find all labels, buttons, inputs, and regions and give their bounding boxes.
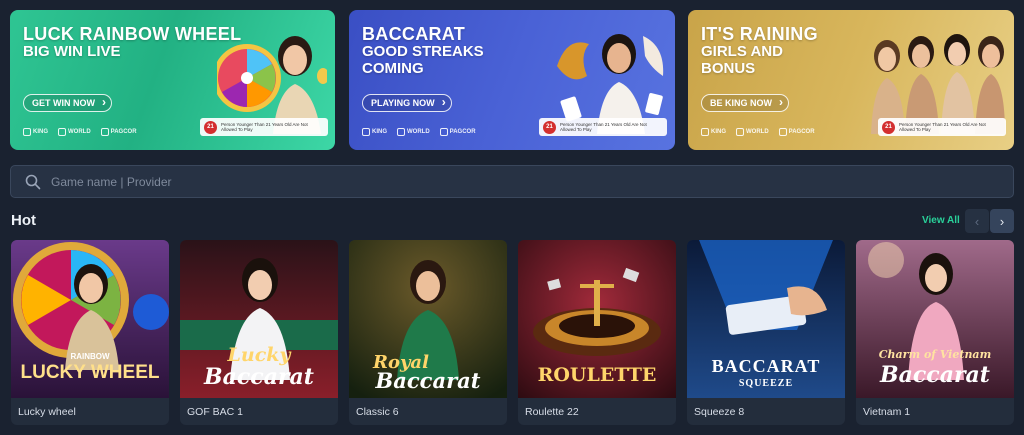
get-win-now-button[interactable]: GET WIN NOW	[23, 94, 112, 112]
dealers-hero-illustration	[871, 34, 1005, 134]
banner-subtitle: GIRLS AND BONUS	[701, 43, 783, 77]
game-name: Roulette 22	[525, 406, 579, 418]
search-input[interactable]	[51, 166, 991, 197]
age-restriction-notice: 21 Person Younger Than 21 Years Old Are …	[878, 118, 1006, 136]
carousel-next-button[interactable]: ›	[990, 209, 1014, 233]
age-restriction-text: Person Younger Than 21 Years Old Are Not…	[899, 121, 986, 132]
promo-banner-raining-bonus[interactable]: IT'S RAINING GIRLS AND BONUS BE KING NOW…	[688, 10, 1014, 150]
age-restriction-notice: 21 Person Younger Than 21 Years Old Are …	[539, 118, 667, 136]
age-restriction-text: Person Younger Than 21 Years Old Are Not…	[221, 121, 308, 132]
search-icon	[25, 174, 41, 190]
banner-subtitle: GOOD STREAKS COMING	[362, 43, 484, 77]
logo-pagcor: PAGCOR	[449, 129, 476, 135]
playing-now-button[interactable]: PLAYING NOW	[362, 94, 452, 112]
be-king-now-button[interactable]: BE KING NOW	[701, 94, 789, 112]
section-title-hot: Hot	[11, 212, 36, 229]
partner-logos: KING WORLD PAGCOR	[23, 128, 137, 136]
baccarat-hero-illustration	[557, 34, 664, 134]
game-card-gof-bac-1[interactable]: Lucky Baccarat GOF BAC 1	[180, 240, 338, 425]
art-title: Baccarat	[204, 364, 314, 390]
logo-king: KING	[372, 129, 387, 135]
banner-subtitle: BIG WIN LIVE	[23, 43, 121, 61]
art-subtitle: RAINBOW	[70, 352, 110, 361]
game-name: Squeeze 8	[694, 406, 745, 418]
view-all-link[interactable]: View All	[922, 215, 960, 226]
age-21-badge: 21	[882, 120, 895, 134]
logo-king: KING	[711, 129, 726, 135]
partner-logos: KING WORLD PAGCOR	[362, 128, 476, 136]
art-title: Baccarat	[880, 362, 990, 388]
logo-king: KING	[33, 129, 48, 135]
game-search-bar[interactable]	[10, 165, 1014, 198]
promo-banner-rainbow-wheel[interactable]: LUCK RAINBOW WHEEL BIG WIN LIVE GET WIN …	[10, 10, 335, 150]
logo-world: WORLD	[746, 129, 769, 135]
chevron-right-icon: ›	[999, 213, 1005, 229]
age-21-badge: 21	[204, 120, 217, 134]
art-subtitle: Charm of Vietnam	[878, 348, 992, 361]
game-card-classic-6[interactable]: Royal Baccarat Classic 6	[349, 240, 507, 425]
age-restriction-notice: 21 Person Younger Than 21 Years Old Are …	[200, 118, 328, 136]
game-card-roulette-22[interactable]: ROULETTE Roulette 22	[518, 240, 676, 425]
game-name: Vietnam 1	[863, 406, 911, 418]
carousel-prev-button[interactable]: ‹	[965, 209, 989, 233]
logo-pagcor: PAGCOR	[110, 129, 137, 135]
age-restriction-text: Person Younger Than 21 Years Old Are Not…	[560, 121, 647, 132]
game-name: Lucky wheel	[18, 406, 76, 418]
game-card-squeeze-8[interactable]: BACCARAT SQUEEZE Squeeze 8	[687, 240, 845, 425]
game-card-vietnam-1[interactable]: Charm of Vietnam Baccarat Vietnam 1	[856, 240, 1014, 425]
partner-logos: KING WORLD PAGCOR	[701, 128, 815, 136]
art-title: Baccarat	[375, 368, 481, 393]
logo-world: WORLD	[68, 129, 91, 135]
banner-title: IT'S RAINING	[701, 24, 818, 44]
art-title: ROULETTE	[537, 364, 657, 386]
game-card-lucky-wheel[interactable]: RAINBOW LUCKY WHEEL Lucky wheel	[11, 240, 169, 425]
chevron-left-icon: ‹	[974, 213, 980, 229]
art-title: LUCKY WHEEL	[20, 362, 160, 383]
promo-banner-baccarat[interactable]: BACCARAT GOOD STREAKS COMING PLAYING NOW…	[349, 10, 675, 150]
art-subtitle: BACCARAT	[711, 356, 821, 376]
art-subtitle: Lucky	[227, 344, 291, 366]
banner-title: LUCK RAINBOW WHEEL	[23, 24, 242, 44]
art-title: SQUEEZE	[738, 378, 794, 389]
banner-title: BACCARAT	[362, 24, 466, 44]
game-name: GOF BAC 1	[187, 406, 244, 418]
logo-world: WORLD	[407, 129, 430, 135]
logo-pagcor: PAGCOR	[788, 129, 815, 135]
game-name: Classic 6	[356, 406, 399, 418]
age-21-badge: 21	[543, 120, 556, 134]
